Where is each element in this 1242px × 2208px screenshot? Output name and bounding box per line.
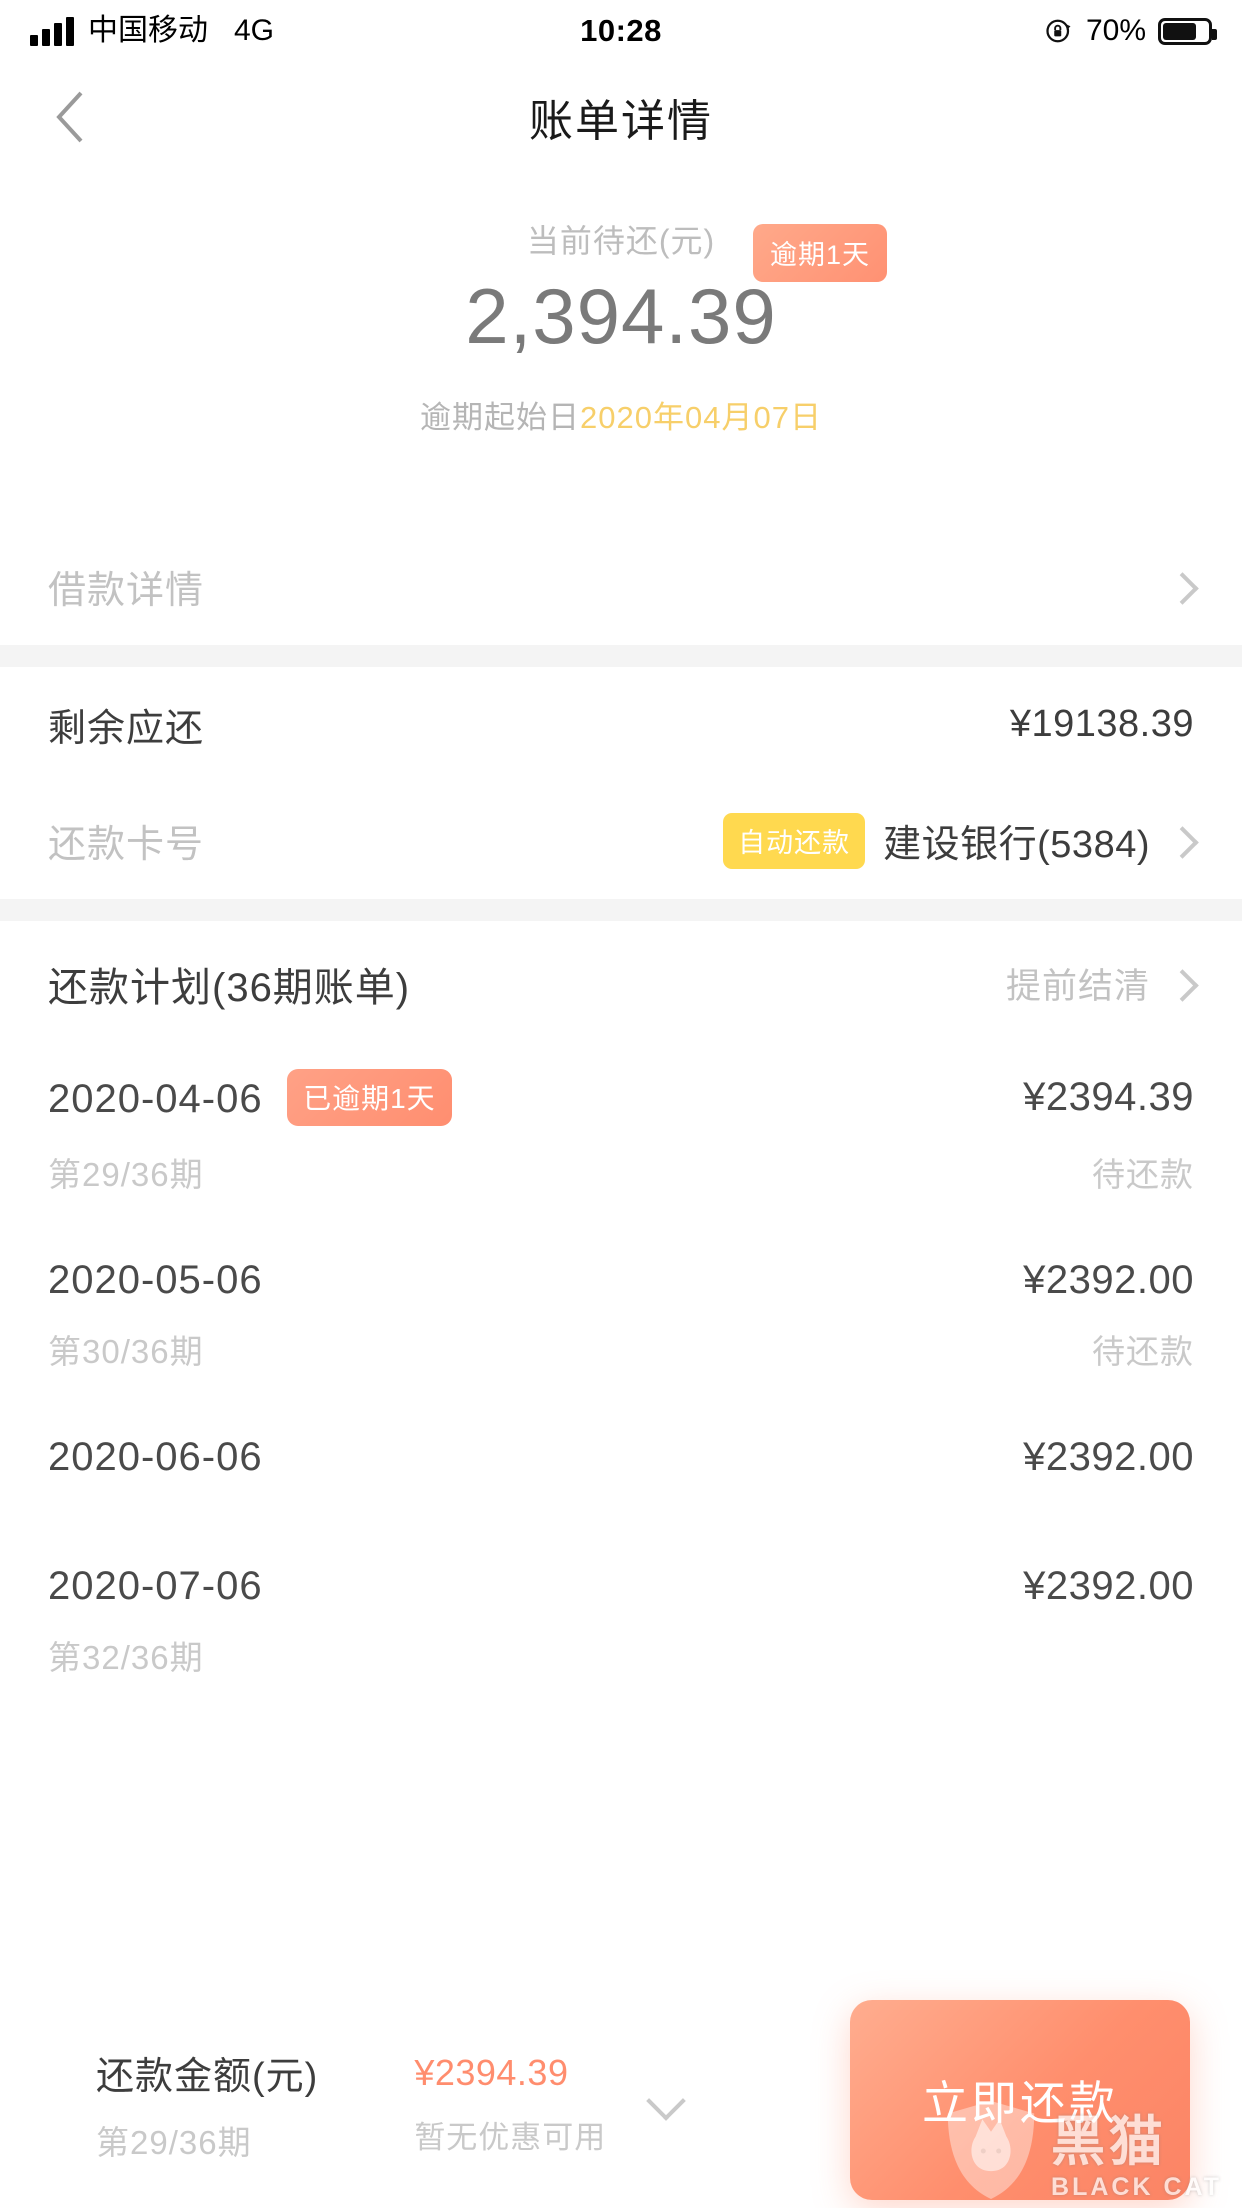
repayment-card-row[interactable]: 还款卡号 自动还款 建设银行(5384) <box>0 783 1242 899</box>
installment-row-top: 2020-05-06 ¥2392.00 <box>48 1258 1194 1303</box>
installment-row[interactable]: 2020-05-06 ¥2392.00 第30/36期 待还款 <box>0 1236 1242 1413</box>
chevron-right-icon <box>1168 971 1194 997</box>
page-title: 账单详情 <box>529 97 713 146</box>
overdue-badge: 逾期1天 <box>753 224 888 282</box>
installment-amount: ¥2392.00 <box>1023 1257 1194 1302</box>
pay-amount-value-block: ¥2394.39 暂无优惠可用 <box>414 2052 606 2157</box>
remaining-due-right: ¥19138.39 <box>1010 703 1194 746</box>
installment-state: 待还款 <box>1092 1155 1194 1193</box>
early-settlement-button[interactable]: 提前结清 <box>1006 958 1194 1009</box>
loan-detail-right <box>1168 574 1194 600</box>
remaining-due-label: 剩余应还 <box>48 708 205 751</box>
bank-name-value: 建设银行(5384) <box>883 824 1150 867</box>
installment-row[interactable]: 2020-04-06 已逾期1天 ¥2394.39 第29/36期 待还款 <box>0 1047 1242 1236</box>
installment-date: 2020-06-06 <box>48 1434 263 1479</box>
current-due-amount: 2,394.39 <box>465 272 777 360</box>
rotation-lock-icon <box>1046 19 1071 43</box>
installment-date: 2020-04-06 <box>48 1076 263 1121</box>
installment-term: 第32/36期 <box>48 1638 204 1676</box>
pay-bar-info[interactable]: 还款金额(元) 第29/36期 ¥2394.39 暂无优惠可用 <box>96 2045 850 2164</box>
installment-amount: ¥2392.00 <box>1023 1563 1194 1608</box>
pay-amount-block: 还款金额(元) 第29/36期 <box>96 2045 318 2164</box>
installment-row[interactable]: 2020-06-06 ¥2392.00 <box>0 1413 1242 1542</box>
current-due-label: 当前待还(元) <box>526 223 716 259</box>
pay-term-label: 第29/36期 <box>96 2123 252 2161</box>
installment-row-top: 2020-07-06 ¥2392.00 <box>48 1564 1194 1609</box>
installment-amount: ¥2394.39 <box>1023 1074 1194 1119</box>
pay-amount-label: 还款金额(元) <box>96 2055 319 2098</box>
battery-percent-label: 70% <box>1085 14 1146 47</box>
battery-icon <box>1158 17 1217 45</box>
early-settlement-label: 提前结清 <box>1005 967 1150 1007</box>
current-due-amount-wrap: 2,394.39 逾期1天 <box>0 224 1242 358</box>
repayment-plan-title: 还款计划(36期账单) <box>48 965 411 1010</box>
pay-amount-value: ¥2394.39 <box>414 2051 569 2093</box>
installment-overdue-badge: 已逾期1天 <box>287 1068 452 1126</box>
installment-term: 第30/36期 <box>48 1332 204 1370</box>
chevron-down-icon[interactable] <box>648 2087 682 2121</box>
account-summary-card: 剩余应还 ¥19138.39 还款卡号 自动还款 建设银行(5384) <box>0 666 1242 899</box>
chevron-right-icon <box>1168 828 1194 854</box>
installment-row-bottom: 第32/36期 <box>48 1631 1194 1679</box>
installment-state: 待还款 <box>1092 1332 1194 1370</box>
loan-detail-label: 借款详情 <box>48 570 205 613</box>
installment-row-bottom: 第30/36期 待还款 <box>48 1325 1194 1373</box>
installment-row-top: 2020-04-06 已逾期1天 ¥2394.39 <box>48 1068 1194 1126</box>
installment-date-wrap: 2020-06-06 <box>48 1435 263 1480</box>
back-button[interactable] <box>40 87 100 147</box>
installment-date-wrap: 2020-05-06 <box>48 1258 263 1303</box>
pay-bar: 还款金额(元) 第29/36期 ¥2394.39 暂无优惠可用 立即还款 <box>0 2000 1242 2208</box>
installment-date: 2020-07-06 <box>48 1563 263 1608</box>
repayment-card-label: 还款卡号 <box>48 824 205 867</box>
remaining-due-row: 剩余应还 ¥19138.39 <box>0 667 1242 783</box>
nav-bar: 账单详情 <box>0 62 1242 172</box>
installment-amount: ¥2392.00 <box>1023 1434 1194 1479</box>
installment-date-wrap: 2020-07-06 <box>48 1564 263 1609</box>
overdue-start-row: 逾期起始日2020年04月07日 <box>0 392 1242 437</box>
repayment-card-right: 自动还款 建设银行(5384) <box>723 812 1194 869</box>
overdue-start-label: 逾期起始日 <box>420 399 581 435</box>
loan-detail-card: 借款详情 <box>0 528 1242 645</box>
installment-date-wrap: 2020-04-06 已逾期1天 <box>48 1068 452 1126</box>
pay-now-button[interactable]: 立即还款 <box>850 2000 1190 2200</box>
status-bar: 中国移动 4G 10:28 70% <box>0 0 1242 62</box>
section-divider-2 <box>0 898 1242 921</box>
auto-repay-badge: 自动还款 <box>723 812 866 869</box>
phone-screen: 中国移动 4G 10:28 70% 账单详情 当前待还(元) 2,394.39 … <box>0 0 1242 2208</box>
chevron-left-icon <box>56 91 83 143</box>
overdue-start-date: 2020年04月07日 <box>580 399 822 435</box>
installment-date: 2020-05-06 <box>48 1257 263 1302</box>
installment-row[interactable]: 2020-07-06 ¥2392.00 第32/36期 <box>0 1542 1242 1719</box>
installment-row-top: 2020-06-06 ¥2392.00 <box>48 1435 1194 1480</box>
pay-coupon-note: 暂无优惠可用 <box>414 2119 607 2155</box>
section-divider-1 <box>0 644 1242 667</box>
installment-term: 第29/36期 <box>48 1155 204 1193</box>
repayment-plan-card: 还款计划(36期账单) 提前结清 2020-04-06 已逾期1天 ¥2394.… <box>0 920 1242 1719</box>
installment-row-bottom: 第29/36期 待还款 <box>48 1148 1194 1196</box>
status-bar-right: 70% <box>1044 14 1217 48</box>
repayment-plan-header: 还款计划(36期账单) 提前结清 <box>0 921 1242 1047</box>
current-due-section: 当前待还(元) 2,394.39 逾期1天 逾期起始日2020年04月07日 <box>0 172 1242 529</box>
loan-detail-row[interactable]: 借款详情 <box>0 529 1242 645</box>
remaining-due-value: ¥19138.39 <box>1009 703 1194 746</box>
chevron-right-icon <box>1168 574 1194 600</box>
